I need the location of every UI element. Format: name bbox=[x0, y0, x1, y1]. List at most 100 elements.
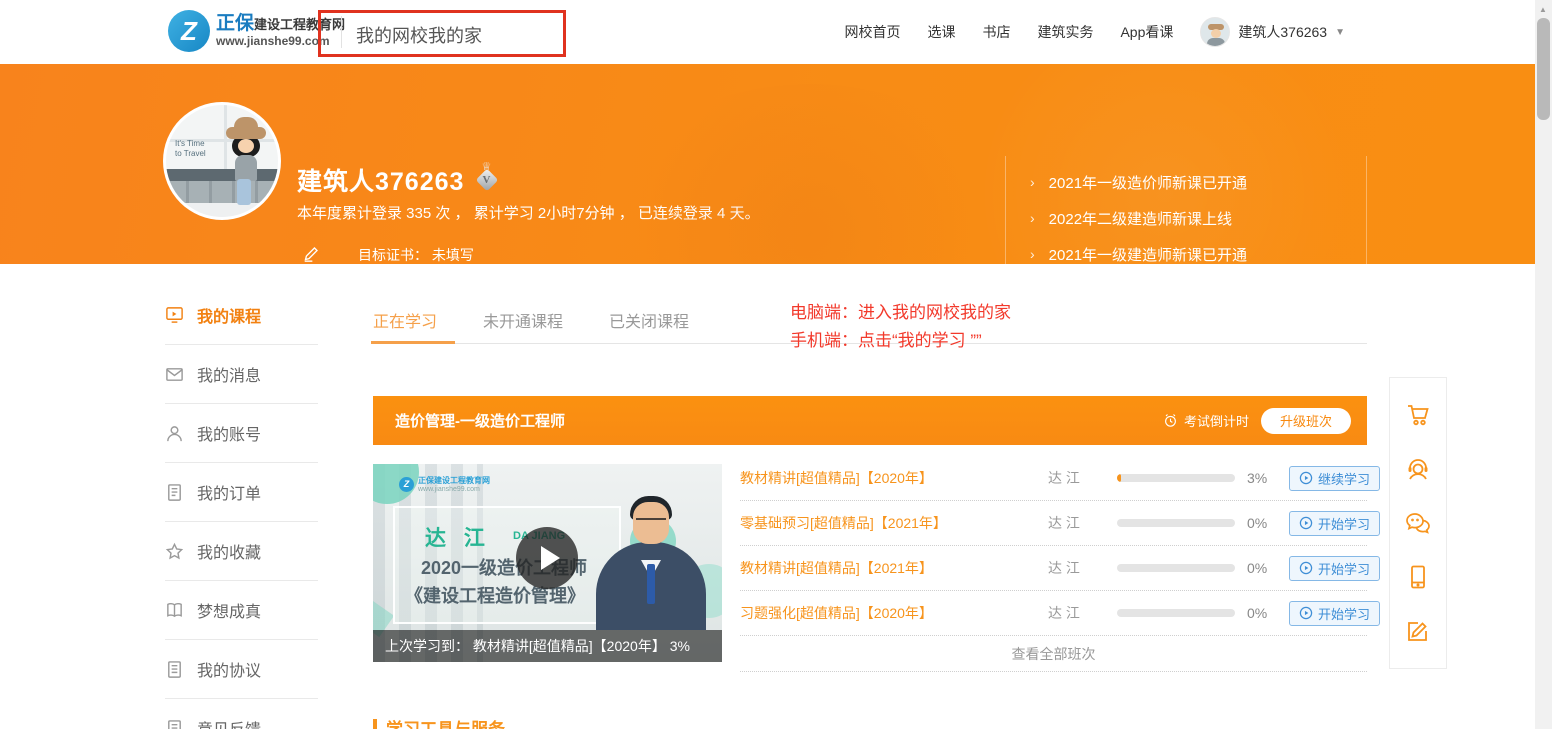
top-nav: 网校首页 选课 书店 建筑实务 App看课 建筑人376263 ▼ bbox=[844, 0, 1345, 64]
play-button[interactable] bbox=[516, 527, 578, 589]
alarm-clock-icon bbox=[1163, 413, 1178, 428]
section-title: 学习工具与服务 bbox=[386, 715, 505, 729]
nav-home[interactable]: 网校首页 bbox=[844, 22, 900, 42]
course-link[interactable]: 零基础预习[超值精品]【2021年】 bbox=[740, 513, 1048, 533]
announcement-item[interactable]: ›2021年一级造价师新课已开通 bbox=[1030, 164, 1247, 200]
section-accent-bar bbox=[373, 719, 377, 729]
announcement-item[interactable]: ›2022年二级建造师新课上线 bbox=[1030, 200, 1247, 236]
announcement-list: ›2021年一级造价师新课已开通 ›2022年二级建造师新课上线 ›2021年一… bbox=[1030, 164, 1247, 264]
course-link[interactable]: 教材精讲[超值精品]【2021年】 bbox=[740, 558, 1048, 578]
banner-divider-left bbox=[1005, 156, 1006, 264]
nav-bookstore[interactable]: 书店 bbox=[982, 22, 1010, 42]
cart-icon[interactable] bbox=[1404, 401, 1432, 429]
progress-bar bbox=[1117, 564, 1235, 572]
table-row: 零基础预习[超值精品]【2021年】 达 江 0% 开始学习 bbox=[740, 501, 1367, 546]
scrollbar[interactable]: ▲ bbox=[1535, 0, 1552, 729]
teacher-name: 达 江 bbox=[1048, 513, 1117, 533]
tab-learning[interactable]: 正在学习 bbox=[373, 296, 437, 343]
start-learning-button[interactable]: 开始学习 bbox=[1289, 511, 1380, 536]
sidebar-item-my-account[interactable]: 我的账号 bbox=[165, 403, 318, 462]
logo-icon: Z bbox=[168, 10, 210, 52]
nav-construction-practice[interactable]: 建筑实务 bbox=[1037, 22, 1093, 42]
last-learned-bar: 上次学习到： 教材精讲[超值精品]【2020年】 3% bbox=[373, 630, 722, 662]
tab-closed[interactable]: 已关闭课程 bbox=[609, 296, 689, 343]
mobile-app-icon[interactable] bbox=[1404, 563, 1432, 591]
chevron-down-icon: ▼ bbox=[1335, 27, 1345, 38]
arrow-right-icon: › bbox=[1030, 246, 1035, 262]
customer-service-icon[interactable] bbox=[1404, 455, 1432, 483]
favorite-icon bbox=[165, 542, 184, 561]
float-toolbar bbox=[1389, 377, 1447, 669]
sidebar-item-label: 我的收藏 bbox=[197, 539, 261, 563]
annotation-line1: 电脑端：进入我的网校我的家 bbox=[790, 299, 1011, 327]
feedback-edit-icon[interactable] bbox=[1404, 617, 1432, 645]
avatar-large[interactable]: It's Timeto Travel bbox=[163, 102, 281, 220]
progress-fill bbox=[1117, 474, 1121, 482]
exam-countdown[interactable]: 考试倒计时 bbox=[1163, 411, 1249, 430]
sidebar-item-dream-come-true[interactable]: 梦想成真 bbox=[165, 580, 318, 639]
top-header: Z 正保建设工程教育网 www.jianshe99.com 我的网校我的家 网校… bbox=[0, 0, 1535, 64]
play-icon bbox=[541, 546, 560, 570]
course-card-title: 造价管理-一级造价工程师 bbox=[395, 410, 565, 431]
banner-username: 建筑人376263 ♕ V bbox=[297, 162, 500, 198]
wechat-icon[interactable] bbox=[1404, 509, 1432, 537]
nav-select-course[interactable]: 选课 bbox=[927, 22, 955, 42]
continue-learning-button[interactable]: 继续学习 bbox=[1289, 466, 1380, 491]
sidebar-item-my-messages[interactable]: 我的消息 bbox=[165, 344, 318, 403]
sidebar-item-my-agreements[interactable]: 我的协议 bbox=[165, 639, 318, 698]
arrow-right-icon: › bbox=[1030, 210, 1035, 226]
announcement-item[interactable]: ›2021年一级建造师新课已开通 bbox=[1030, 236, 1247, 264]
progress-percent: 0% bbox=[1247, 560, 1289, 576]
teacher-name: 达 江 bbox=[1048, 558, 1117, 578]
scrollbar-thumb[interactable] bbox=[1537, 18, 1550, 120]
scroll-up-arrow[interactable]: ▲ bbox=[1539, 5, 1547, 14]
table-row: 教材精讲[超值精品]【2021年】 达 江 0% 开始学习 bbox=[740, 546, 1367, 591]
progress-percent: 0% bbox=[1247, 605, 1289, 621]
sidebar-item-label: 我的订单 bbox=[197, 480, 261, 504]
view-all-classes-link[interactable]: 查看全部班次 bbox=[740, 636, 1367, 672]
nav-app-watch[interactable]: App看课 bbox=[1120, 22, 1173, 42]
annotation-text: 电脑端：进入我的网校我的家 手机端：点击“我的学习 ”” bbox=[790, 299, 1011, 355]
course-link[interactable]: 教材精讲[超值精品]【2020年】 bbox=[740, 468, 1048, 488]
vip-badge-icon: ♕ V bbox=[476, 168, 500, 192]
section-header: 学习工具与服务 bbox=[373, 715, 505, 729]
user-menu[interactable]: 建筑人376263 ▼ bbox=[1200, 17, 1345, 47]
progress-percent: 3% bbox=[1247, 470, 1289, 486]
sidebar-item-my-courses[interactable]: 我的课程 bbox=[165, 285, 318, 344]
sidebar-item-my-orders[interactable]: 我的订单 bbox=[165, 462, 318, 521]
sidebar-item-label: 我的课程 bbox=[197, 303, 261, 327]
sidebar-item-label: 我的账号 bbox=[197, 421, 261, 445]
progress-bar bbox=[1117, 609, 1235, 617]
avatar-caption: It's Timeto Travel bbox=[175, 139, 206, 160]
edit-pencil-icon[interactable] bbox=[303, 245, 320, 262]
sidebar-item-feedback[interactable]: 意见反馈 bbox=[165, 698, 318, 729]
annotation-line2: 手机端：点击“我的学习 ”” bbox=[790, 327, 1011, 355]
table-row: 教材精讲[超值精品]【2020年】 达 江 3% 继续学习 bbox=[740, 456, 1367, 501]
sidebar: 我的课程 我的消息 我的账号 我的订单 我的收藏 梦想成真 我的协议 意见反馈 bbox=[165, 285, 318, 729]
page-title: 我的网校我的家 bbox=[356, 22, 482, 48]
progress-bar bbox=[1117, 474, 1235, 482]
play-circle-icon bbox=[1299, 561, 1313, 575]
feedback-icon bbox=[165, 719, 184, 729]
sidebar-item-label: 我的协议 bbox=[197, 657, 261, 681]
message-icon bbox=[165, 365, 184, 384]
login-stats: 本年度累计登录 335 次 ， 累计学习 2小时7分钟 ， 已连续登录 4 天。 bbox=[297, 202, 760, 223]
banner-divider-right bbox=[1366, 156, 1367, 264]
progress-percent: 0% bbox=[1247, 515, 1289, 531]
target-value: 未填写 bbox=[432, 247, 474, 263]
sidebar-item-label: 梦想成真 bbox=[197, 598, 261, 622]
start-learning-button[interactable]: 开始学习 bbox=[1289, 601, 1380, 626]
course-card-header: 造价管理-一级造价工程师 考试倒计时 升级班次 bbox=[373, 396, 1367, 445]
sidebar-item-my-favorites[interactable]: 我的收藏 bbox=[165, 521, 318, 580]
sidebar-item-label: 我的消息 bbox=[197, 362, 261, 386]
avatar bbox=[1200, 17, 1230, 47]
account-icon bbox=[165, 424, 184, 443]
upgrade-class-button[interactable]: 升级班次 bbox=[1261, 408, 1351, 434]
start-learning-button[interactable]: 开始学习 bbox=[1289, 556, 1380, 581]
course-link[interactable]: 习题强化[超值精品]【2020年】 bbox=[740, 603, 1048, 623]
tab-not-opened[interactable]: 未开通课程 bbox=[483, 296, 563, 343]
video-thumbnail[interactable]: Z 正保建设工程教育网 www.jianshe99.com 达 江 DA JIA… bbox=[373, 464, 722, 662]
course-row-list: 教材精讲[超值精品]【2020年】 达 江 3% 继续学习 零基础预习[超值精品… bbox=[740, 456, 1367, 672]
logo-brand: 正保 bbox=[216, 13, 254, 34]
sidebar-item-label: 意见反馈 bbox=[197, 716, 261, 729]
